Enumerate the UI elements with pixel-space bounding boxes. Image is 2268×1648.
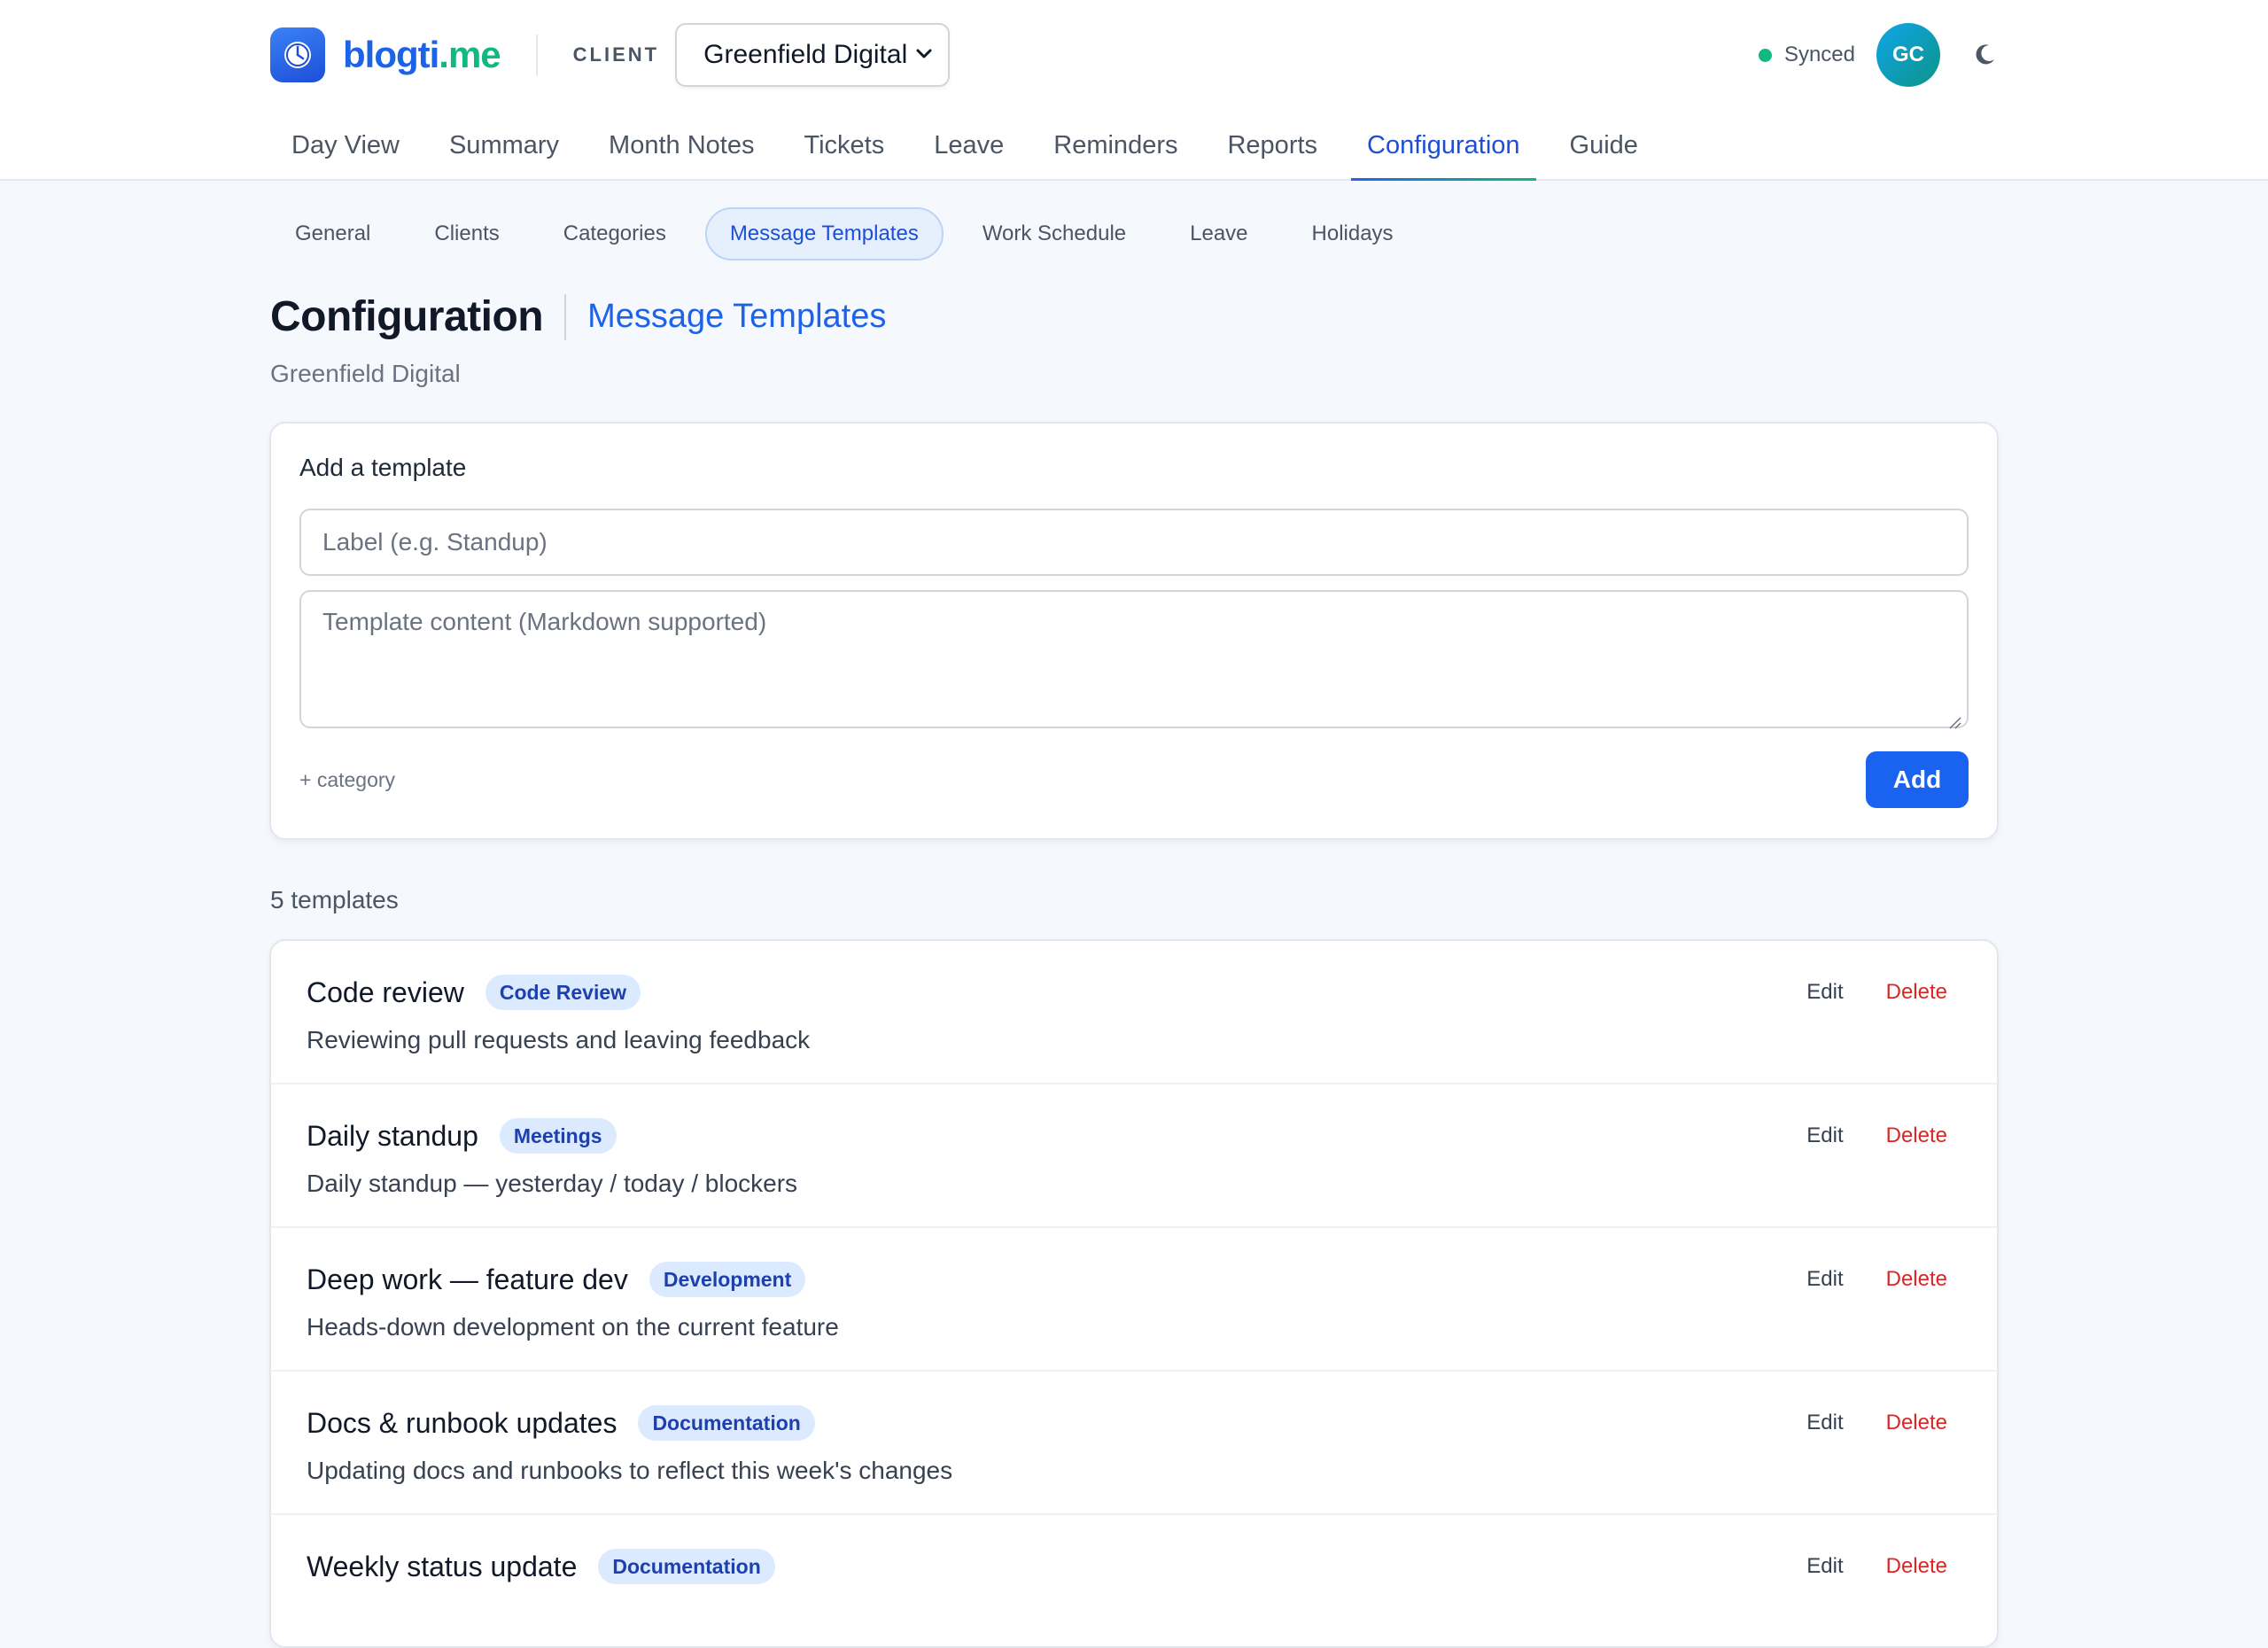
template-row: Code review Code Review Reviewing pull r…	[271, 941, 1997, 1084]
nav-month-notes[interactable]: Month Notes	[587, 110, 775, 181]
template-description: Updating docs and runbooks to reflect th…	[307, 1457, 953, 1484]
subtab-leave[interactable]: Leave	[1165, 207, 1272, 260]
app-logo[interactable]: blogti.me	[343, 34, 501, 76]
subtab-message-templates[interactable]: Message Templates	[704, 207, 944, 260]
nav-summary[interactable]: Summary	[428, 110, 580, 181]
template-description: Reviewing pull requests and leaving feed…	[307, 1026, 811, 1053]
chevron-down-icon	[914, 40, 934, 70]
delete-button[interactable]: Delete	[1886, 1411, 1947, 1435]
subtab-holidays[interactable]: Holidays	[1287, 207, 1418, 260]
avatar[interactable]: GC	[1876, 23, 1940, 87]
category-badge: Code Review	[485, 975, 641, 1010]
page-header: Configuration Message Templates	[270, 292, 886, 341]
edit-button[interactable]: Edit	[1806, 980, 1843, 1005]
edit-button[interactable]: Edit	[1806, 1267, 1843, 1292]
template-label-input[interactable]: Label (e.g. Standup)	[299, 509, 1969, 576]
template-description: Heads-down development on the current fe…	[307, 1313, 839, 1341]
delete-button[interactable]: Delete	[1886, 1554, 1947, 1579]
client-select[interactable]: Greenfield Digital	[675, 23, 951, 87]
template-content-textarea[interactable]: Template content (Markdown supported)	[299, 590, 1969, 729]
nav-configuration[interactable]: Configuration	[1346, 110, 1542, 181]
add-template-button[interactable]: Add	[1866, 751, 1969, 808]
add-template-card: Add a template Label (e.g. Standup) Temp…	[269, 422, 1999, 840]
edit-button[interactable]: Edit	[1806, 1123, 1843, 1148]
template-name: Deep work — feature dev	[307, 1263, 628, 1295]
app-header: blogti.me CLIENT Greenfield Digital Sync…	[0, 0, 2268, 181]
add-template-title: Add a template	[299, 454, 467, 481]
template-list: Code review Code Review Reviewing pull r…	[269, 939, 1999, 1648]
delete-button[interactable]: Delete	[1886, 1267, 1947, 1292]
add-template-footer: + category Add	[299, 751, 1969, 808]
subtab-work-schedule[interactable]: Work Schedule	[958, 207, 1151, 260]
subtab-general[interactable]: General	[270, 207, 395, 260]
main-nav: Day View Summary Month Notes Tickets Lea…	[270, 110, 1666, 181]
nav-day-view[interactable]: Day View	[270, 110, 421, 181]
resize-handle-icon[interactable]	[1947, 707, 1961, 729]
template-row: Daily standup Meetings Daily standup — y…	[271, 1084, 1997, 1228]
page-client-name: Greenfield Digital	[270, 360, 461, 387]
edit-button[interactable]: Edit	[1806, 1554, 1843, 1579]
template-name: Code review	[307, 976, 464, 1008]
client-label: CLIENT	[572, 43, 660, 66]
category-badge: Meetings	[499, 1118, 617, 1154]
template-count: 5 templates	[270, 886, 399, 913]
subtab-categories[interactable]: Categories	[539, 207, 691, 260]
template-name: Daily standup	[307, 1119, 478, 1152]
nav-reports[interactable]: Reports	[1206, 110, 1339, 181]
sync-dot-icon	[1758, 48, 1772, 62]
sync-status: Synced	[1758, 43, 1855, 67]
template-label-placeholder: Label (e.g. Standup)	[322, 528, 548, 556]
template-description: Daily standup — yesterday / today / bloc…	[307, 1170, 798, 1197]
template-row: Deep work — feature dev Development Head…	[271, 1228, 1997, 1372]
divider	[535, 35, 538, 75]
client-select-value: Greenfield Digital	[703, 40, 908, 69]
nav-leave[interactable]: Leave	[913, 110, 1025, 181]
add-category-link[interactable]: + category	[299, 768, 395, 792]
sync-status-text: Synced	[1783, 43, 1855, 66]
category-badge: Documentation	[598, 1549, 775, 1584]
title-divider	[564, 293, 567, 340]
template-row: Docs & runbook updates Documentation Upd…	[271, 1372, 1997, 1515]
template-name: Weekly status update	[307, 1550, 578, 1582]
page-subtitle: Message Templates	[587, 298, 887, 335]
logo-part-1: blogti	[343, 34, 439, 75]
config-sub-nav: General Clients Categories Message Templ…	[270, 207, 1433, 260]
subtab-clients[interactable]: Clients	[409, 207, 524, 260]
nav-reminders[interactable]: Reminders	[1032, 110, 1199, 181]
template-row: Weekly status update Documentation Edit …	[271, 1515, 1997, 1646]
nav-guide[interactable]: Guide	[1549, 110, 1659, 181]
top-bar: blogti.me CLIENT Greenfield Digital Sync…	[270, 21, 2002, 89]
template-content-placeholder: Template content (Markdown supported)	[322, 608, 767, 635]
template-name: Docs & runbook updates	[307, 1406, 617, 1439]
nav-tickets[interactable]: Tickets	[782, 110, 905, 181]
category-badge: Documentation	[638, 1405, 815, 1441]
category-badge: Development	[649, 1262, 806, 1297]
logo-part-2: .me	[439, 34, 501, 75]
delete-button[interactable]: Delete	[1886, 980, 1947, 1005]
clock-logo-icon[interactable]	[270, 27, 325, 82]
edit-button[interactable]: Edit	[1806, 1411, 1843, 1435]
delete-button[interactable]: Delete	[1886, 1123, 1947, 1148]
page-title: Configuration	[270, 293, 544, 340]
moon-icon[interactable]	[1967, 37, 2002, 73]
